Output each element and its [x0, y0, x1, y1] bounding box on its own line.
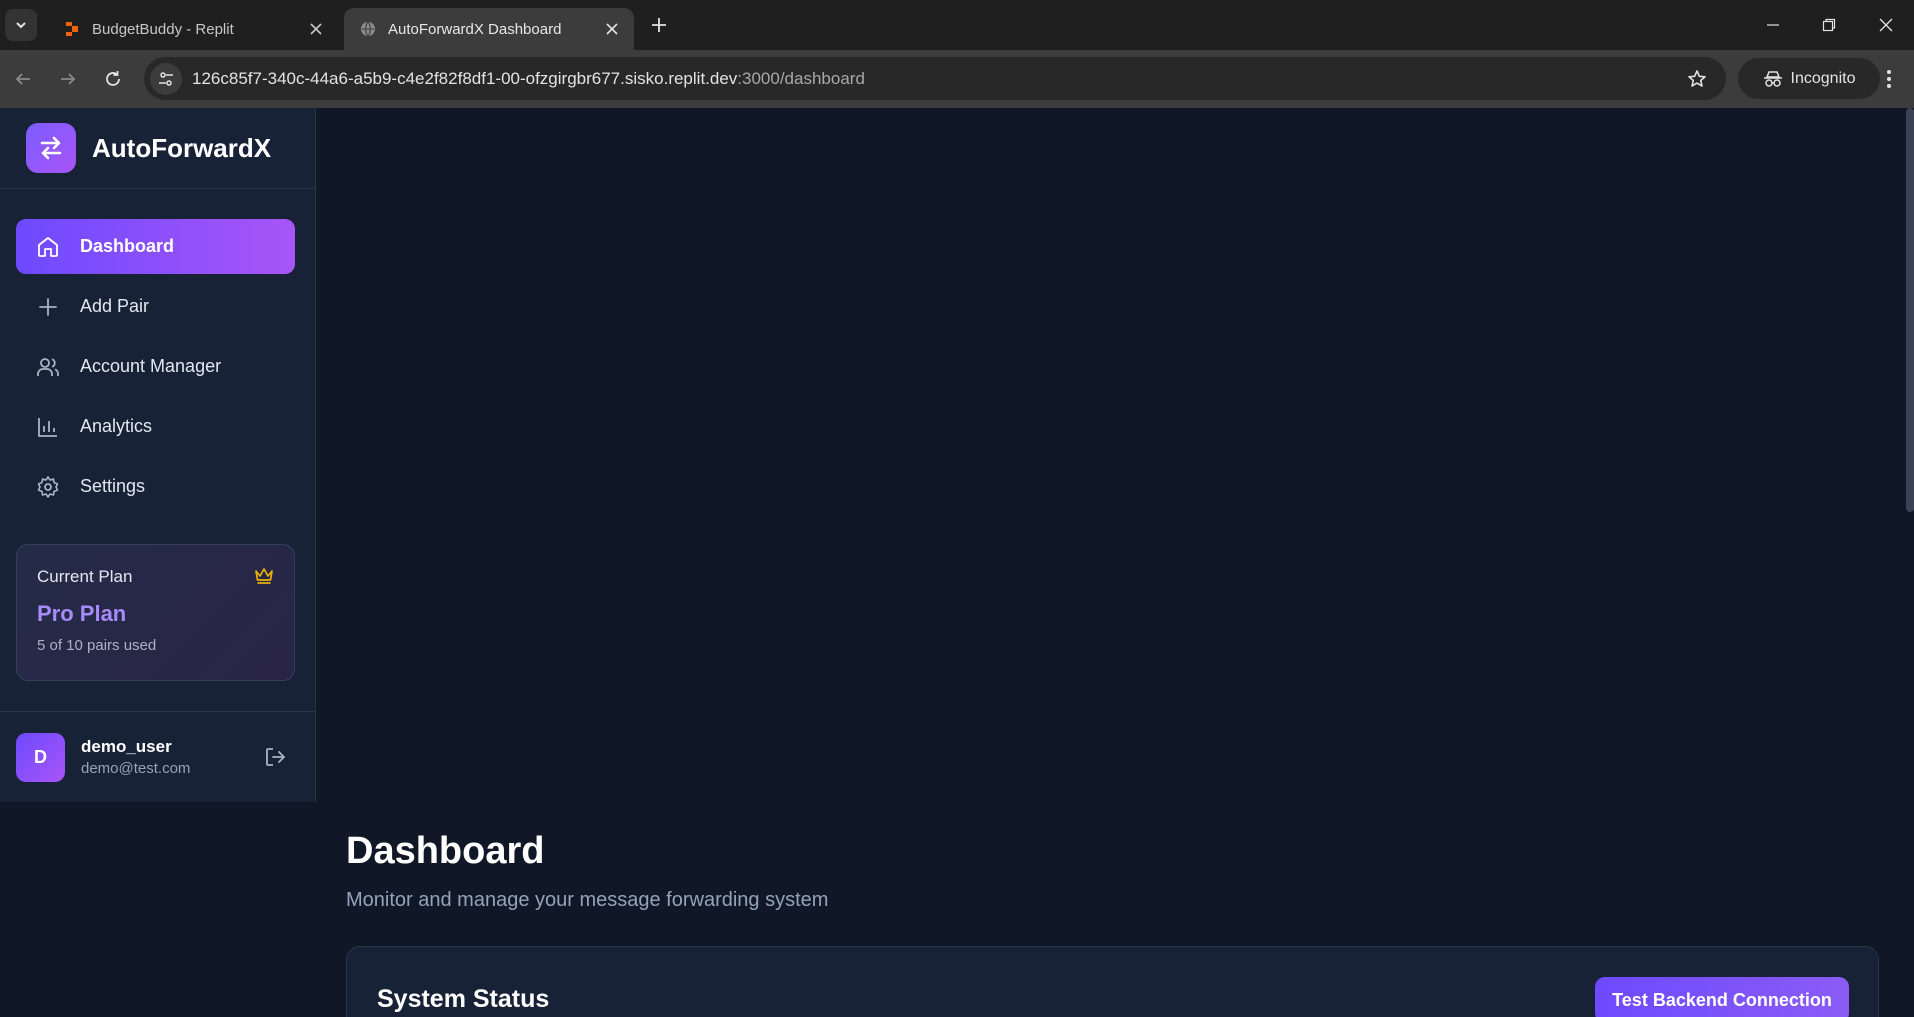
reload-icon — [106, 71, 120, 86]
more-vertical-icon — [1887, 70, 1891, 88]
sidebar: AutoForwardX Dashboard Add Pair Account … — [0, 108, 316, 802]
system-status-card: System Status Test Backend Connection — [346, 946, 1879, 1017]
forward-button[interactable] — [51, 62, 85, 96]
brand[interactable]: AutoForwardX — [0, 108, 315, 189]
browser-toolbar: 126c85f7-340c-44a6-a5b9-c4e2f82f8df1-00-… — [0, 50, 1914, 108]
sidebar-item-dashboard[interactable]: Dashboard — [16, 219, 295, 274]
incognito-indicator[interactable]: Incognito — [1738, 58, 1880, 99]
close-icon — [1879, 18, 1893, 32]
test-backend-connection-button[interactable]: Test Backend Connection — [1595, 977, 1849, 1017]
current-plan-card: Current Plan Pro Plan 5 of 10 pairs used — [16, 544, 295, 681]
sidebar-item-add-pair[interactable]: Add Pair — [16, 279, 295, 334]
tab-search-button[interactable] — [5, 9, 37, 41]
new-tab-button[interactable] — [646, 12, 672, 38]
url-text[interactable]: 126c85f7-340c-44a6-a5b9-c4e2f82f8df1-00-… — [192, 69, 1680, 89]
url-host: 126c85f7-340c-44a6-a5b9-c4e2f82f8df1-00-… — [192, 68, 738, 88]
plus-icon — [36, 295, 60, 319]
plan-usage: 5 of 10 pairs used — [37, 637, 157, 654]
user-profile: D demo_user demo@test.com — [0, 711, 316, 802]
page-title: Dashboard — [346, 830, 545, 872]
incognito-icon — [1763, 70, 1782, 87]
browser-tab-bar: BudgetBuddy - Replit AutoForwardX Dashbo… — [0, 0, 1914, 50]
user-name: demo_user — [81, 737, 172, 756]
sidebar-item-label: Analytics — [80, 416, 153, 436]
arrow-left-icon — [15, 73, 30, 85]
system-status-title: System Status — [377, 985, 550, 1013]
bookmark-star-button[interactable] — [1680, 62, 1714, 96]
back-button[interactable] — [6, 62, 40, 96]
replit-icon — [64, 21, 80, 37]
url-path: :3000/dashboard — [737, 68, 865, 88]
users-icon — [36, 355, 60, 379]
home-icon — [36, 235, 60, 259]
sidebar-nav: Dashboard Add Pair Account Manager Analy… — [16, 219, 295, 519]
tune-icon — [159, 71, 173, 86]
sidebar-item-label: Add Pair — [80, 296, 150, 316]
user-email: demo@test.com — [81, 760, 191, 777]
sidebar-item-label: Settings — [80, 476, 146, 496]
crown-icon — [254, 567, 274, 590]
site-info-button[interactable] — [150, 62, 182, 95]
chevron-down-icon — [16, 22, 26, 29]
logout-icon — [266, 748, 285, 766]
close-icon[interactable] — [306, 19, 326, 39]
address-bar[interactable]: 126c85f7-340c-44a6-a5b9-c4e2f82f8df1-00-… — [144, 57, 1726, 100]
sidebar-item-label: Dashboard — [80, 236, 175, 256]
tab-budgetbuddy[interactable]: BudgetBuddy - Replit — [48, 8, 338, 50]
page-subtitle: Monitor and manage your message forwardi… — [346, 889, 829, 911]
star-icon — [1688, 69, 1706, 87]
tab-autoforwardx[interactable]: AutoForwardX Dashboard — [344, 8, 634, 50]
tab-title: BudgetBuddy - Replit — [92, 20, 234, 38]
plan-label: Current Plan — [37, 567, 133, 586]
tab-title: AutoForwardX Dashboard — [388, 20, 562, 38]
minimize-button[interactable] — [1745, 0, 1801, 50]
sidebar-item-analytics[interactable]: Analytics — [16, 399, 295, 454]
page-scrollbar[interactable] — [1906, 108, 1914, 512]
plus-icon — [652, 18, 666, 32]
close-icon[interactable] — [602, 19, 622, 39]
incognito-label: Incognito — [1790, 69, 1856, 87]
user-info: demo_user demo@test.com — [81, 737, 258, 777]
app-viewport: AutoForwardX Dashboard Add Pair Account … — [0, 108, 1914, 1017]
reload-button[interactable] — [96, 62, 130, 96]
sidebar-item-account-manager[interactable]: Account Manager — [16, 339, 295, 394]
plan-name: Pro Plan — [37, 601, 127, 626]
sidebar-item-label: Account Manager — [80, 356, 222, 376]
globe-icon — [360, 21, 376, 37]
swap-arrows-icon — [26, 123, 76, 173]
restore-button[interactable] — [1801, 0, 1857, 50]
minimize-icon — [1767, 24, 1779, 26]
arrow-right-icon — [61, 73, 76, 85]
avatar[interactable]: D — [16, 732, 65, 782]
brand-name: AutoForwardX — [92, 132, 272, 163]
gear-icon — [36, 475, 60, 499]
close-window-button[interactable] — [1858, 0, 1914, 50]
bar-chart-icon — [36, 415, 60, 439]
logout-button[interactable] — [258, 740, 292, 774]
restore-icon — [1822, 18, 1836, 32]
browser-menu-button[interactable] — [1872, 62, 1906, 96]
sidebar-item-settings[interactable]: Settings — [16, 459, 295, 514]
